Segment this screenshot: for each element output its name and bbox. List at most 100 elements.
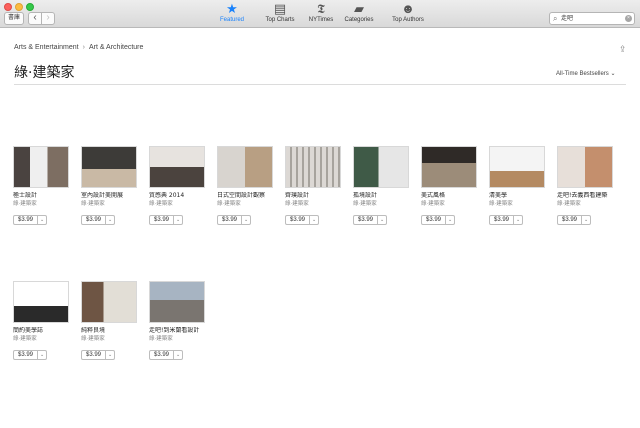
price-button[interactable]: $3.99 ⌄ <box>149 215 184 225</box>
chevron-down-icon: ⌄ <box>581 216 590 224</box>
price-button[interactable]: $3.99 ⌄ <box>557 215 592 225</box>
price-button[interactable]: $3.99 ⌄ <box>217 215 252 225</box>
book-title[interactable]: 極士設計 <box>13 192 71 200</box>
tab-top-charts[interactable]: ▤ Top Charts <box>254 2 306 27</box>
tab-label: Featured <box>219 17 244 23</box>
book-author[interactable]: 綠·建築家 <box>81 335 139 343</box>
clear-search-icon[interactable]: × <box>625 15 632 22</box>
breadcrumb: Arts & Entertainment › Art & Architecture <box>14 44 143 51</box>
book-author[interactable]: 綠·建築家 <box>557 200 615 208</box>
book-item[interactable]: 走吧!到米蘭看設計 綠·建築家 $3.99 ⌄ <box>149 281 207 361</box>
search-field[interactable]: ⌕ × <box>549 12 635 25</box>
tab-label: Categories <box>344 17 374 23</box>
book-author[interactable]: 綠·建築家 <box>149 335 207 343</box>
star-icon: ★ <box>226 1 238 16</box>
book-author[interactable]: 綠·建築家 <box>489 200 547 208</box>
chevron-down-icon: ⌄ <box>445 216 454 224</box>
price-button[interactable]: $3.99 ⌄ <box>149 350 184 360</box>
price-label: $3.99 <box>18 352 34 358</box>
price-button[interactable]: $3.99 ⌄ <box>421 215 456 225</box>
breadcrumb-art-architecture[interactable]: Art & Architecture <box>89 44 143 51</box>
book-author[interactable]: 綠·建築家 <box>217 200 275 208</box>
book-cover[interactable] <box>149 146 205 188</box>
share-icon[interactable]: ⇪ <box>619 44 627 54</box>
price-button[interactable]: $3.99 ⌄ <box>13 350 48 360</box>
book-cover[interactable] <box>81 281 137 323</box>
price-button[interactable]: $3.99 ⌄ <box>353 215 388 225</box>
chevron-down-icon: ⌄ <box>105 216 114 224</box>
forward-button[interactable]: › <box>41 12 55 25</box>
list-icon: ▤ <box>273 1 287 16</box>
tab-categories[interactable]: ▰ Categories <box>336 2 382 27</box>
book-item[interactable]: 室內設計美開展 綠·建築家 $3.99 ⌄ <box>81 146 139 226</box>
book-author[interactable]: 綠·建築家 <box>285 200 343 208</box>
book-cover[interactable] <box>13 146 69 188</box>
close-window-button[interactable] <box>4 3 12 11</box>
book-cover[interactable] <box>489 146 545 188</box>
book-title[interactable]: 美式風格 <box>421 192 479 200</box>
book-author[interactable]: 綠·建築家 <box>81 200 139 208</box>
book-item[interactable]: 純粹良境 綠·建築家 $3.99 ⌄ <box>81 281 139 361</box>
chevron-down-icon: ⌄ <box>377 216 386 224</box>
tab-top-authors[interactable]: ☻ Top Authors <box>384 2 432 27</box>
nytimes-icon: 𝕿 <box>317 1 325 16</box>
price-button[interactable]: $3.99 ⌄ <box>81 215 116 225</box>
book-item[interactable]: 美式風格 綠·建築家 $3.99 ⌄ <box>421 146 479 226</box>
price-label: $3.99 <box>18 217 34 223</box>
book-title[interactable]: 走吧!去義西看建築 <box>557 192 615 200</box>
book-title[interactable]: 室內設計美開展 <box>81 192 139 200</box>
book-title[interactable]: 走吧!到米蘭看設計 <box>149 327 207 335</box>
book-cover[interactable] <box>13 281 69 323</box>
book-title[interactable]: 質感典 2014 <box>149 192 207 200</box>
book-item[interactable]: 齊璞設計 綠·建築家 $3.99 ⌄ <box>285 146 343 226</box>
price-button[interactable]: $3.99 ⌄ <box>489 215 524 225</box>
book-cover[interactable] <box>217 146 273 188</box>
book-item[interactable]: 孤境設計 綠·建築家 $3.99 ⌄ <box>353 146 411 226</box>
store-tabs: ★ Featured ▤ Top Charts 𝕿 NYTimes ▰ Cate… <box>212 2 434 27</box>
book-title[interactable]: 純粹良境 <box>81 327 139 335</box>
book-title[interactable]: 日式空間設計觀察 <box>217 192 275 200</box>
book-author[interactable]: 綠·建築家 <box>353 200 411 208</box>
book-item[interactable]: 質感典 2014 綠·建築家 $3.99 ⌄ <box>149 146 207 226</box>
book-item[interactable]: 日式空間設計觀察 綠·建築家 $3.99 ⌄ <box>217 146 275 226</box>
book-cover[interactable] <box>557 146 613 188</box>
chevron-down-icon: ⌄ <box>37 216 46 224</box>
price-button[interactable]: $3.99 ⌄ <box>285 215 320 225</box>
book-author[interactable]: 綠·建築家 <box>149 200 207 208</box>
book-author[interactable]: 綠·建築家 <box>13 200 71 208</box>
book-cover[interactable] <box>353 146 409 188</box>
price-label: $3.99 <box>562 217 578 223</box>
book-author[interactable]: 綠·建築家 <box>421 200 479 208</box>
book-cover[interactable] <box>81 146 137 188</box>
chevron-down-icon: ⌄ <box>513 216 522 224</box>
book-item[interactable]: 清美學 綠·建築家 $3.99 ⌄ <box>489 146 547 226</box>
book-title[interactable]: 孤境設計 <box>353 192 411 200</box>
sort-dropdown[interactable]: All-Time Bestsellers ⌄ <box>556 70 615 77</box>
tab-label: Top Authors <box>392 17 424 23</box>
book-item[interactable]: 走吧!去義西看建築 綠·建築家 $3.99 ⌄ <box>557 146 615 226</box>
book-cover[interactable] <box>421 146 477 188</box>
tab-nytimes[interactable]: 𝕿 NYTimes <box>308 2 334 27</box>
book-title[interactable]: 清美學 <box>489 192 547 200</box>
search-input[interactable] <box>561 13 621 24</box>
breadcrumb-arts-entertainment[interactable]: Arts & Entertainment <box>14 44 79 51</box>
book-item[interactable]: 簡約美學誌 綠·建築家 $3.99 ⌄ <box>13 281 71 361</box>
book-item[interactable]: 極士設計 綠·建築家 $3.99 ⌄ <box>13 146 71 226</box>
chevron-down-icon: ⌄ <box>37 351 46 359</box>
minimize-window-button[interactable] <box>15 3 23 11</box>
price-label: $3.99 <box>358 217 374 223</box>
tab-featured[interactable]: ★ Featured <box>212 2 252 27</box>
book-title[interactable]: 簡約美學誌 <box>13 327 71 335</box>
back-button[interactable]: ‹ <box>28 12 42 25</box>
breadcrumb-separator: › <box>82 44 85 51</box>
book-title[interactable]: 齊璞設計 <box>285 192 343 200</box>
price-button[interactable]: $3.99 ⌄ <box>81 350 116 360</box>
book-cover[interactable] <box>285 146 341 188</box>
toolbar: 書庫 ‹ › ★ Featured ▤ Top Charts 𝕿 NYTimes… <box>0 0 640 28</box>
price-button[interactable]: $3.99 ⌄ <box>13 215 48 225</box>
library-button[interactable]: 書庫 <box>4 12 24 25</box>
book-cover[interactable] <box>149 281 205 323</box>
price-label: $3.99 <box>222 217 238 223</box>
zoom-window-button[interactable] <box>26 3 34 11</box>
book-author[interactable]: 綠·建築家 <box>13 335 71 343</box>
